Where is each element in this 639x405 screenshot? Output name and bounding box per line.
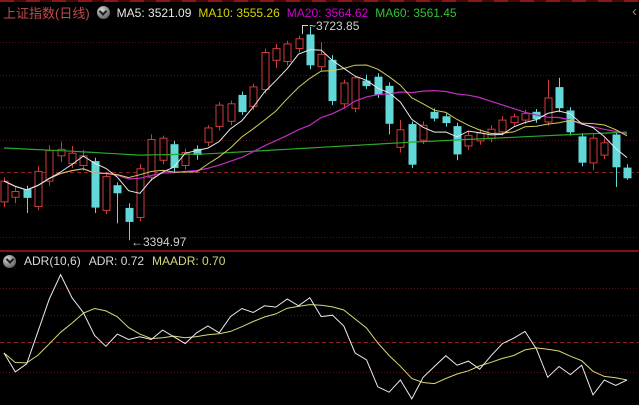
high-price-value: 3723.85 — [316, 19, 359, 33]
panel-divider — [0, 250, 639, 252]
maadr-value-label: MAADR: 0.70 — [152, 254, 225, 268]
low-price-value: 3394.97 — [143, 235, 186, 249]
left-arrow-icon: ← — [131, 235, 143, 249]
chevron-down-icon[interactable] — [97, 6, 110, 19]
annotation-hook-icon — [302, 25, 308, 34]
chevron-glyph — [5, 255, 13, 263]
ma10-label: MA10: 3555.26 — [198, 6, 279, 20]
chevron-glyph — [99, 7, 107, 15]
adr-header: ADR(10,6) ADR: 0.72 MAADR: 0.70 — [3, 254, 225, 268]
chart-canvas[interactable] — [0, 0, 639, 405]
high-price-annotation: ~3723.85 — [302, 19, 359, 33]
chevron-down-icon[interactable] — [3, 255, 16, 268]
adr-title: ADR(10,6) — [24, 254, 81, 268]
high-annotation-prefix: ~ — [309, 19, 316, 33]
ma5-label: MA5: 3521.09 — [117, 6, 192, 20]
stock-chart-window: 上证指数(日线) MA5: 3521.09 MA10: 3555.26 MA20… — [0, 0, 639, 405]
ma60-label: MA60: 3561.45 — [375, 6, 456, 20]
ma20-label: MA20: 3564.62 — [287, 6, 368, 20]
low-price-annotation: ←3394.97 — [131, 235, 186, 249]
collapse-arrow-icon[interactable]: ‹ — [632, 5, 637, 19]
adr-value-label: ADR: 0.72 — [89, 254, 144, 268]
main-chart-header: 上证指数(日线) MA5: 3521.09 MA10: 3555.26 MA20… — [3, 3, 457, 22]
top-border — [0, 0, 639, 2]
index-title: 上证指数(日线) — [3, 3, 90, 22]
